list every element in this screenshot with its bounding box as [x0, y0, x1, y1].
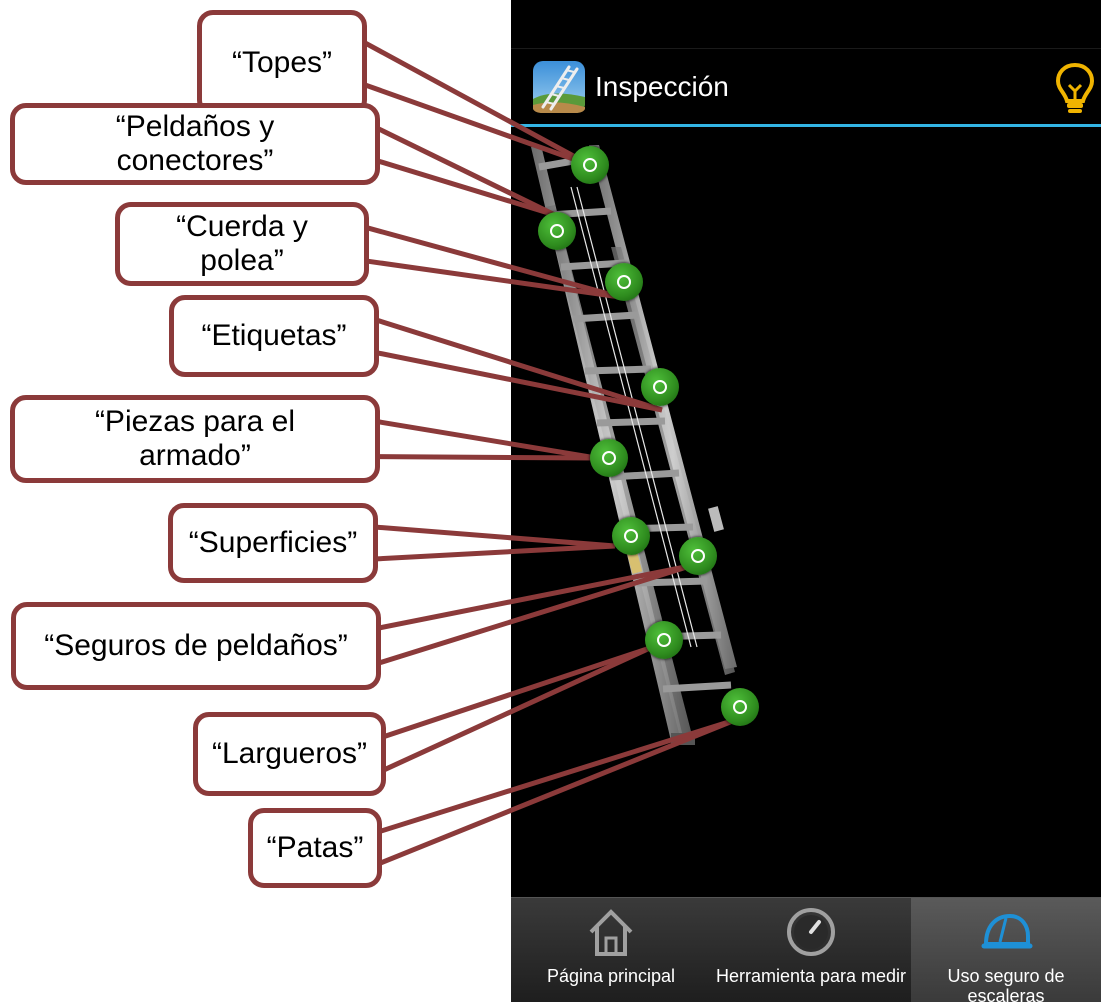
circle-target-icon — [657, 633, 671, 647]
inspection-hotspot-button[interactable] — [645, 621, 683, 659]
circle-target-icon — [624, 529, 638, 543]
callout-label: “Piezas para el armado” — [10, 395, 380, 483]
inspection-hotspot-button[interactable] — [612, 517, 650, 555]
circle-target-icon — [691, 549, 705, 563]
callout-label: “Superficies” — [168, 503, 378, 583]
inspection-hotspot-button[interactable] — [721, 688, 759, 726]
inspection-hotspot-button[interactable] — [605, 263, 643, 301]
callout-label: “Peldaños y conectores” — [10, 103, 380, 185]
inspection-hotspot-button[interactable] — [571, 146, 609, 184]
callout-label: “Seguros de peldaños” — [11, 602, 381, 690]
callout-label: “Cuerda y polea” — [115, 202, 369, 286]
callout-layer: “Topes” “Peldaños y conectores” “Cuerda y … — [0, 0, 1101, 1002]
circle-target-icon — [617, 275, 631, 289]
callout-label: “Largueros” — [193, 712, 386, 796]
inspection-hotspot-button[interactable] — [538, 212, 576, 250]
callout-label: “Etiquetas” — [169, 295, 379, 377]
circle-target-icon — [583, 158, 597, 172]
circle-target-icon — [550, 224, 564, 238]
inspection-hotspot-button[interactable] — [590, 439, 628, 477]
callout-label: “Topes” — [197, 10, 367, 116]
inspection-hotspot-button[interactable] — [641, 368, 679, 406]
circle-target-icon — [653, 380, 667, 394]
inspection-hotspot-button[interactable] — [679, 537, 717, 575]
circle-target-icon — [733, 700, 747, 714]
circle-target-icon — [602, 451, 616, 465]
callout-label: “Patas” — [248, 808, 382, 888]
